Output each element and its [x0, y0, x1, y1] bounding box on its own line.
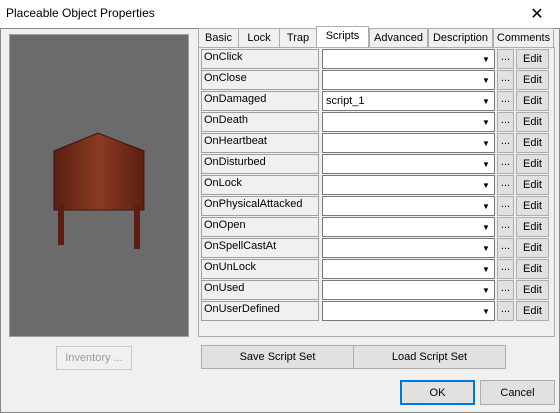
browse-button[interactable]: ...	[497, 70, 514, 90]
script-combo[interactable]: script_1 ▼	[322, 91, 495, 111]
edit-button[interactable]: Edit	[516, 175, 549, 195]
chevron-down-icon[interactable]: ▼	[478, 260, 494, 278]
browse-button[interactable]: ...	[497, 175, 514, 195]
event-label: OnHeartbeat	[201, 133, 319, 153]
event-label: OnDeath	[201, 112, 319, 132]
tab-advanced[interactable]: Advanced	[369, 28, 428, 47]
browse-button[interactable]: ...	[497, 133, 514, 153]
inventory-button[interactable]: Inventory ...	[56, 346, 132, 370]
event-label: OnSpellCastAt	[201, 238, 319, 258]
chevron-down-icon[interactable]: ▼	[478, 176, 494, 194]
event-label: OnLock	[201, 175, 319, 195]
tab-trap[interactable]: Trap	[279, 28, 317, 47]
event-label: OnUnLock	[201, 259, 319, 279]
event-label: OnUserDefined	[201, 301, 319, 321]
cancel-button[interactable]: Cancel	[480, 380, 555, 405]
edit-button[interactable]: Edit	[516, 49, 549, 69]
browse-button[interactable]: ...	[497, 217, 514, 237]
script-combo[interactable]: ▼	[322, 196, 495, 216]
event-label: OnDamaged	[201, 91, 319, 111]
tab-scripts[interactable]: Scripts	[316, 26, 369, 48]
chevron-down-icon[interactable]: ▼	[478, 281, 494, 299]
edit-button[interactable]: Edit	[516, 196, 549, 216]
edit-button[interactable]: Edit	[516, 70, 549, 90]
edit-button[interactable]: Edit	[516, 238, 549, 258]
browse-button[interactable]: ...	[497, 112, 514, 132]
edit-button[interactable]: Edit	[516, 154, 549, 174]
browse-button[interactable]: ...	[497, 196, 514, 216]
load-script-set-button[interactable]: Load Script Set	[353, 345, 506, 369]
chevron-down-icon[interactable]: ▼	[478, 134, 494, 152]
script-value: script_1	[326, 95, 365, 107]
ok-button[interactable]: OK	[400, 380, 475, 405]
script-combo[interactable]: ▼	[322, 217, 495, 237]
browse-button[interactable]: ...	[497, 49, 514, 69]
script-combo[interactable]: ▼	[322, 280, 495, 300]
script-combo[interactable]: ▼	[322, 238, 495, 258]
script-combo[interactable]: ▼	[322, 301, 495, 321]
window-title: Placeable Object Properties	[6, 6, 155, 20]
script-combo[interactable]: ▼	[322, 70, 495, 90]
tab-lock[interactable]: Lock	[238, 28, 280, 47]
event-label: OnUsed	[201, 280, 319, 300]
edit-button[interactable]: Edit	[516, 259, 549, 279]
script-combo[interactable]: ▼	[322, 133, 495, 153]
browse-button[interactable]: ...	[497, 238, 514, 258]
chevron-down-icon[interactable]: ▼	[478, 50, 494, 68]
event-label: OnOpen	[201, 217, 319, 237]
browse-button[interactable]: ...	[497, 259, 514, 279]
chevron-down-icon[interactable]: ▼	[478, 92, 494, 110]
tab-basic[interactable]: Basic	[198, 28, 239, 47]
event-label: OnClose	[201, 70, 319, 90]
browse-button[interactable]: ...	[497, 280, 514, 300]
chevron-down-icon[interactable]: ▼	[478, 302, 494, 320]
browse-button[interactable]: ...	[497, 91, 514, 111]
tab-description[interactable]: Description	[428, 28, 493, 47]
event-label: OnDisturbed	[201, 154, 319, 174]
headboard-model-icon	[53, 132, 145, 249]
script-combo[interactable]: ▼	[322, 259, 495, 279]
chevron-down-icon[interactable]: ▼	[478, 113, 494, 131]
script-combo[interactable]: ▼	[322, 175, 495, 195]
chevron-down-icon[interactable]: ▼	[478, 155, 494, 173]
edit-button[interactable]: Edit	[516, 133, 549, 153]
tab-comments[interactable]: Comments	[493, 28, 554, 47]
save-script-set-button[interactable]: Save Script Set	[201, 345, 354, 369]
script-combo[interactable]: ▼	[322, 112, 495, 132]
chevron-down-icon[interactable]: ▼	[478, 218, 494, 236]
edit-button[interactable]: Edit	[516, 301, 549, 321]
browse-button[interactable]: ...	[497, 154, 514, 174]
close-icon[interactable]: ✕	[514, 0, 560, 28]
script-combo[interactable]: ▼	[322, 154, 495, 174]
edit-button[interactable]: Edit	[516, 280, 549, 300]
edit-button[interactable]: Edit	[516, 217, 549, 237]
browse-button[interactable]: ...	[497, 301, 514, 321]
chevron-down-icon[interactable]: ▼	[478, 239, 494, 257]
chevron-down-icon[interactable]: ▼	[478, 71, 494, 89]
title-bar: Placeable Object Properties ✕	[0, 0, 560, 28]
event-label: OnClick	[201, 49, 319, 69]
edit-button[interactable]: Edit	[516, 112, 549, 132]
event-label: OnPhysicalAttacked	[201, 196, 319, 216]
edit-button[interactable]: Edit	[516, 91, 549, 111]
object-preview	[9, 34, 189, 337]
script-combo[interactable]: ▼	[322, 49, 495, 69]
chevron-down-icon[interactable]: ▼	[478, 197, 494, 215]
